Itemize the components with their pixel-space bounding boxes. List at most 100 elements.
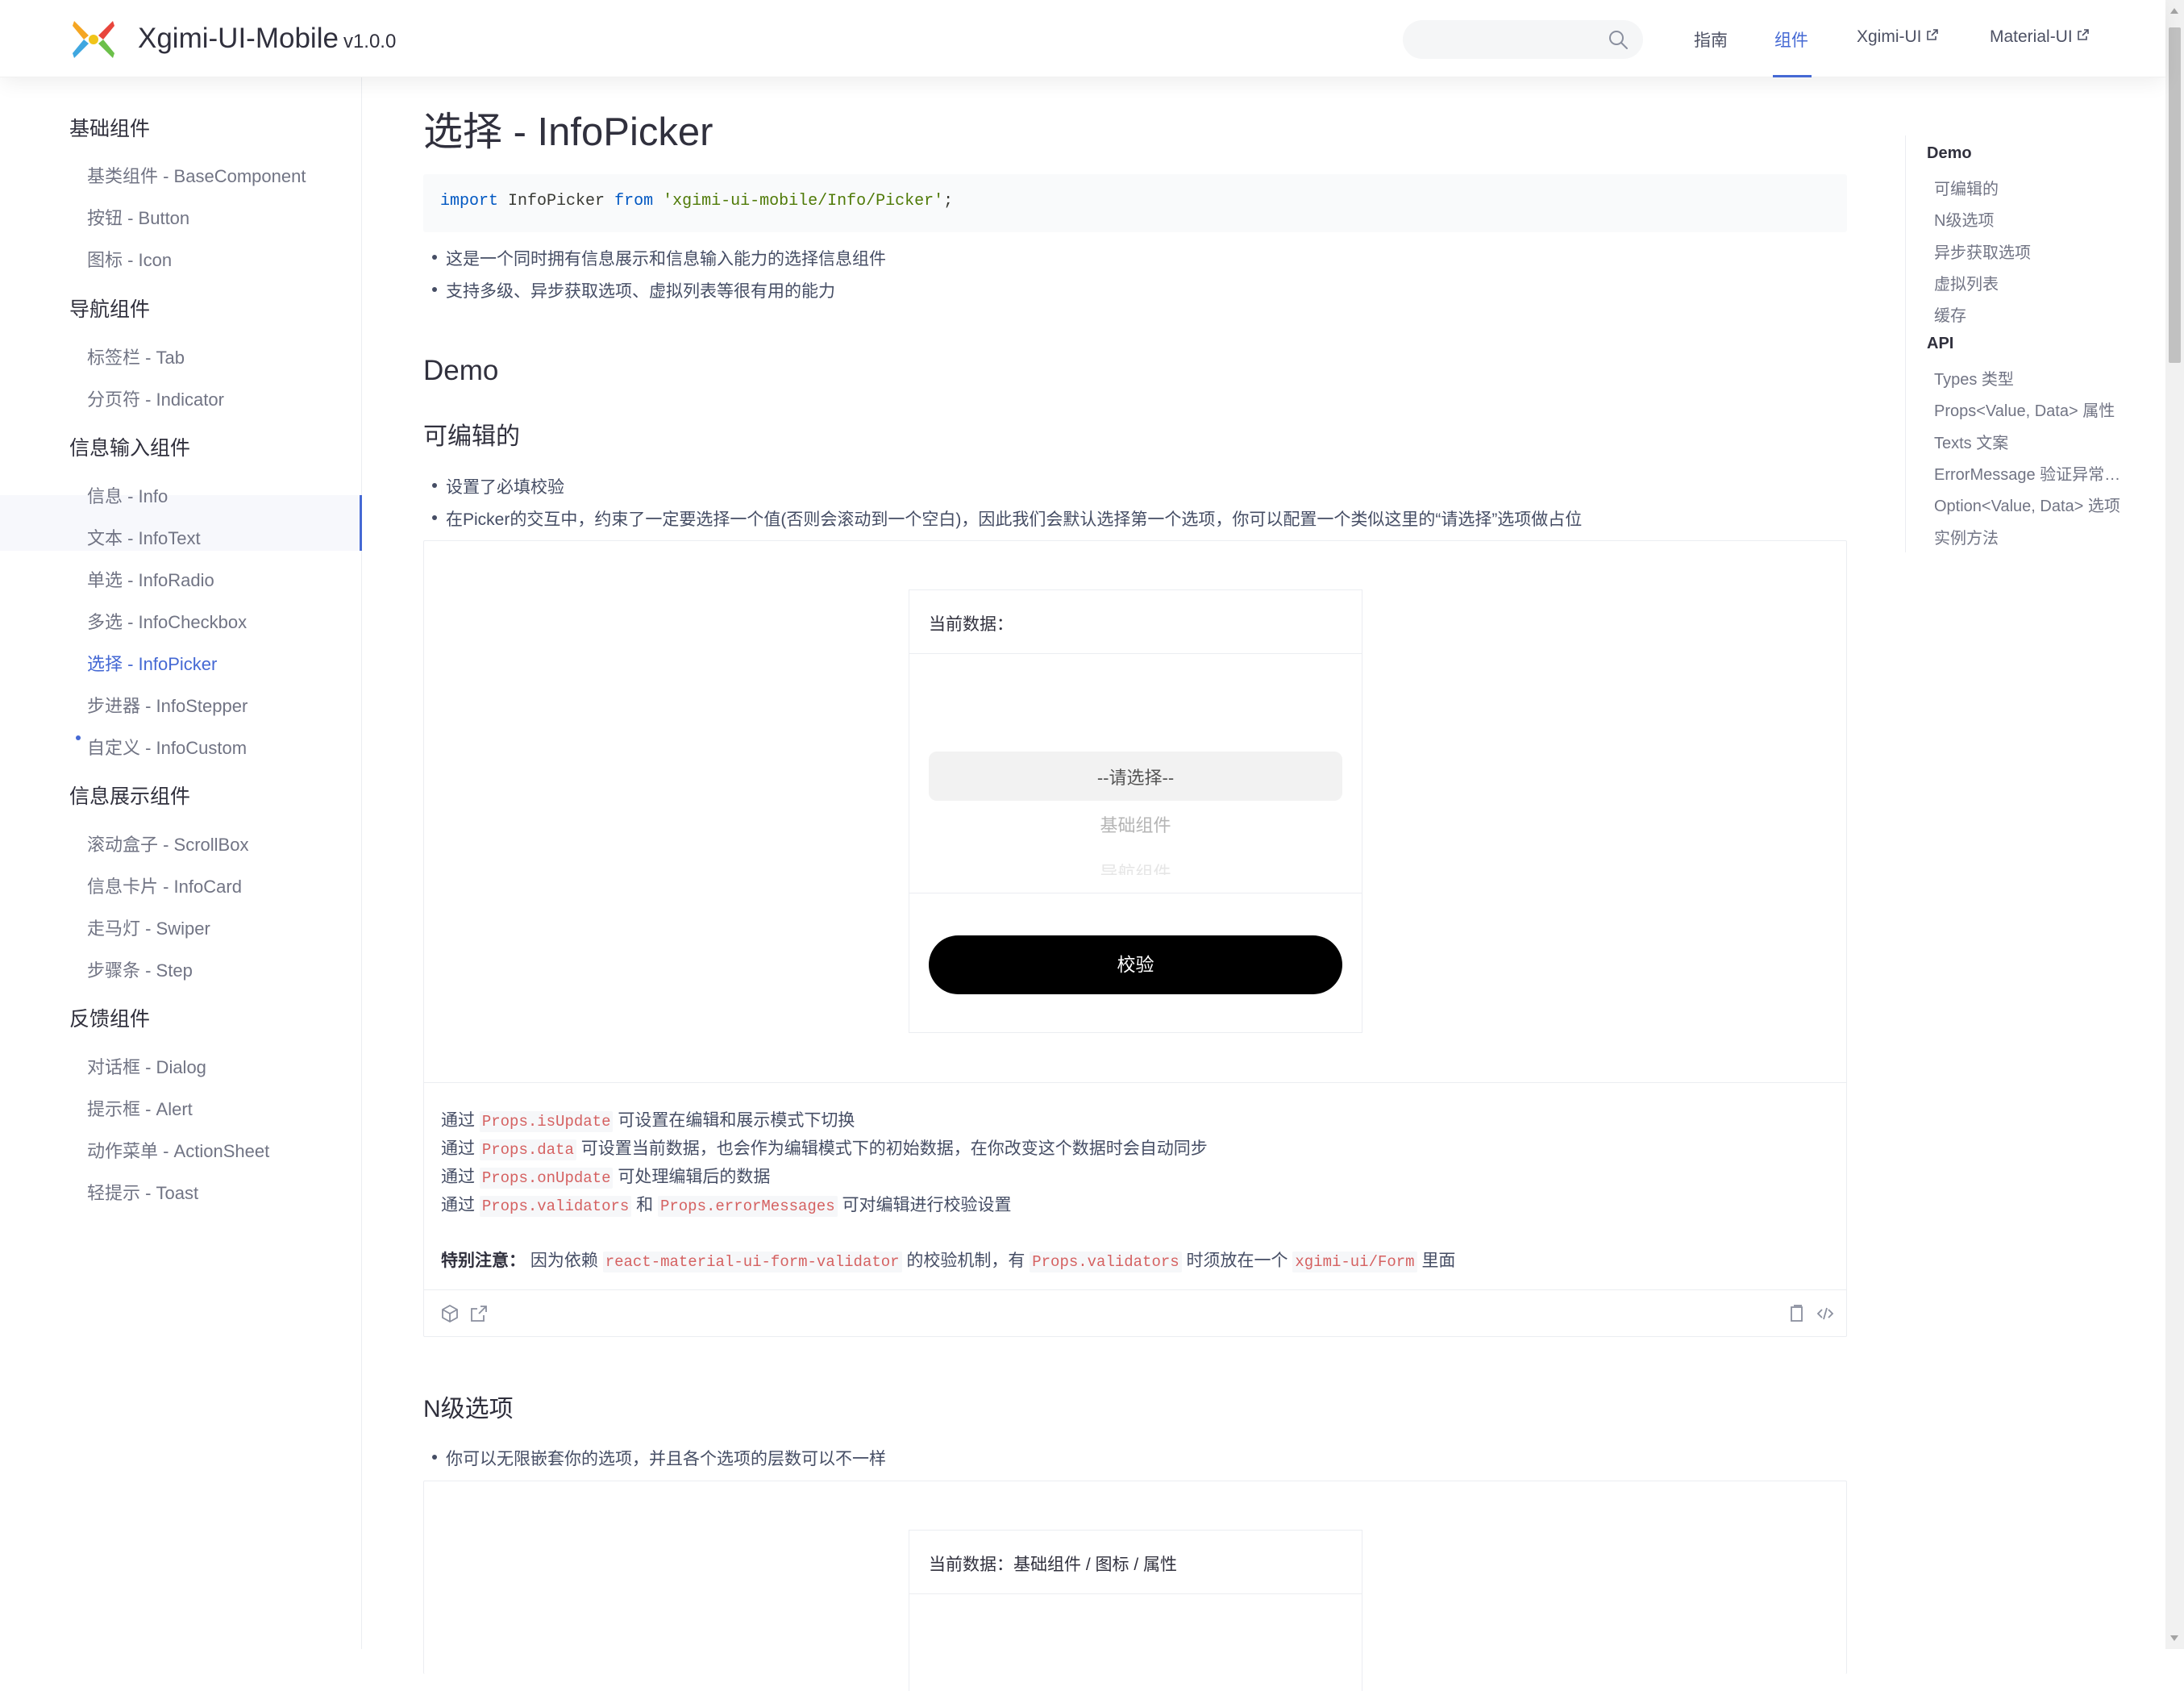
xgimi-logo-icon[interactable] — [71, 19, 116, 60]
toc-item-n-level[interactable]: N级选项 — [1934, 207, 1994, 231]
section-n-level-list: 你可以无限嵌套你的选项，并且各个选项的层数可以不一样 — [432, 1446, 886, 1478]
desc-text: 可设置当前数据，也会作为编辑模式下的初始数据，在你改变这个数据时会自动同步 — [580, 1139, 1208, 1158]
divider — [424, 1289, 1846, 1290]
toc-item-demo[interactable]: Demo — [1927, 144, 1972, 163]
divider — [909, 653, 1362, 654]
sidebar-item-infocheckbox[interactable]: 多选 - InfoCheckbox — [87, 608, 247, 634]
inline-code: Props.validators — [479, 1196, 632, 1217]
picker-option-selected[interactable]: --请选择-- — [909, 764, 1362, 789]
sidebar-item-button[interactable]: 按钮 - Button — [87, 204, 189, 230]
sidebar-item-tab[interactable]: 标签栏 - Tab — [87, 344, 185, 369]
desc-text: 通过 — [441, 1168, 475, 1186]
code-identifier: InfoPicker — [508, 192, 605, 210]
scroll-up-arrow-icon[interactable] — [2170, 8, 2178, 14]
sidebar-item-infopicker[interactable]: 选择 - InfoPicker — [87, 650, 217, 676]
nav-material-ui[interactable]: Material-UI — [1990, 27, 2090, 47]
scrollbar-thumb[interactable] — [2169, 27, 2181, 363]
code-keyword: from — [614, 192, 654, 210]
nav-guide[interactable]: 指南 — [1694, 27, 1728, 52]
list-item: 设置了必填校验 — [431, 474, 1582, 506]
desc-text: 通过 — [441, 1139, 475, 1158]
verify-button[interactable]: 校验 — [929, 935, 1342, 994]
sidebar-item-dialog[interactable]: 对话框 - Dialog — [87, 1053, 206, 1079]
sidebar: 基础组件 基类组件 - BaseComponent 按钮 - Button 图标… — [0, 77, 362, 1649]
divider — [909, 1593, 1362, 1594]
inline-code: react-material-ui-form-validator — [602, 1252, 902, 1272]
desc-text: 通过 — [441, 1111, 475, 1130]
picker-option-faded[interactable]: 导航组件 — [909, 859, 1362, 875]
code-keyword: import — [440, 192, 499, 210]
copy-code-icon[interactable] — [1787, 1304, 1806, 1323]
site-title[interactable]: Xgimi-UI-Mobile v1.0.0 — [138, 23, 396, 55]
scroll-down-arrow-icon[interactable] — [2170, 1635, 2178, 1641]
current-data-label: 当前数据： — [929, 1556, 1013, 1574]
sidebar-item-infotext[interactable]: 文本 - InfoText — [87, 524, 201, 550]
sidebar-item-basecomponent[interactable]: 基类组件 - BaseComponent — [87, 162, 306, 188]
site-name: Xgimi-UI-Mobile — [138, 23, 339, 54]
sidebar-group-navigation: 导航组件 — [69, 298, 151, 321]
toc-item-async[interactable]: 异步获取选项 — [1934, 239, 2031, 263]
sidebar-group-info-input: 信息输入组件 — [69, 437, 191, 460]
description-line: 通过 Props.onUpdate 可处理编辑后的数据 — [441, 1164, 770, 1189]
sidebar-item-swiper[interactable]: 走马灯 - Swiper — [87, 914, 210, 940]
description-line: 通过 Props.validators 和 Props.errorMessage… — [441, 1192, 1011, 1217]
sidebar-item-alert[interactable]: 提示框 - Alert — [87, 1095, 193, 1121]
page-scrollbar[interactable] — [2165, 0, 2184, 1649]
sidebar-item-info[interactable]: 信息 - Info — [87, 482, 168, 508]
sidebar-item-infocard[interactable]: 信息卡片 - InfoCard — [87, 873, 242, 898]
section-editable-list: 设置了必填校验 在Picker的交互中，约束了一定要选择一个值(否则会滚动到一个… — [431, 474, 1582, 539]
search-icon[interactable] — [1608, 29, 1629, 50]
sidebar-item-scrollbox[interactable]: 滚动盒子 - ScrollBox — [87, 831, 248, 856]
sidebar-item-toast[interactable]: 轻提示 - Toast — [87, 1179, 198, 1205]
picker-option[interactable]: 基础组件 — [909, 811, 1362, 837]
sidebar-item-actionsheet[interactable]: 动作菜单 - ActionSheet — [87, 1137, 269, 1163]
search-box[interactable] — [1403, 20, 1643, 59]
sidebar-group-info-display: 信息展示组件 — [69, 785, 191, 808]
demo-heading: Demo — [423, 355, 499, 386]
search-input[interactable] — [1419, 20, 1604, 59]
inline-code: Props.validators — [1030, 1252, 1182, 1272]
top-navbar: Xgimi-UI-Mobile v1.0.0 指南 组件 Xgimi-UI Mat… — [0, 0, 2165, 77]
description-note: 特别注意： 因为依赖 react-material-ui-form-valida… — [441, 1247, 1455, 1272]
nav-components[interactable]: 组件 — [1774, 27, 1808, 52]
section-title-editable: 可编辑的 — [423, 423, 520, 450]
description-line: 通过 Props.data 可设置当前数据，也会作为编辑模式下的初始数据，在你改… — [441, 1135, 1208, 1160]
show-code-icon[interactable] — [1816, 1304, 1835, 1323]
sidebar-item-infostepper[interactable]: 步进器 - InfoStepper — [87, 692, 248, 718]
demo-card-n-level: 当前数据：基础组件 / 图标 / 属性 — [423, 1481, 1847, 1691]
inline-code: Props.data — [479, 1139, 576, 1160]
toc-item-texts[interactable]: Texts 文案 — [1934, 430, 2008, 453]
external-link-icon — [1926, 29, 1938, 40]
divider — [424, 1082, 1846, 1083]
toc-item-option[interactable]: Option<Value, Data> 选项 — [1934, 493, 2120, 516]
nav-active-indicator — [1773, 75, 1812, 77]
site-version: v1.0.0 — [343, 31, 397, 52]
nav-xgimi-ui[interactable]: Xgimi-UI — [1857, 27, 1939, 47]
codesandbox-icon[interactable] — [440, 1304, 460, 1323]
open-in-new-window-icon[interactable] — [469, 1304, 489, 1323]
current-data-row: 当前数据：基础组件 / 图标 / 属性 — [929, 1551, 1177, 1576]
toc-item-types[interactable]: Types 类型 — [1934, 366, 2014, 389]
toc-item-props[interactable]: Props<Value, Data> 属性 — [1934, 398, 2115, 421]
nav-xgimi-ui-label: Xgimi-UI — [1857, 27, 1922, 46]
code-string: 'xgimi-ui-mobile/Info/Picker' — [663, 192, 944, 210]
toc-item-cache[interactable]: 缓存 — [1934, 302, 1966, 326]
toc-item-api[interactable]: API — [1927, 335, 1953, 353]
list-item: 支持多级、异步获取选项、虚拟列表等很有用的能力 — [432, 278, 886, 310]
demo-preview-phone: 当前数据：基础组件 / 图标 / 属性 — [909, 1530, 1362, 1691]
sidebar-item-icon[interactable]: 图标 - Icon — [87, 246, 172, 272]
toc-item-error-message[interactable]: ErrorMessage 验证异常文… — [1934, 461, 2136, 485]
toc-item-editable[interactable]: 可编辑的 — [1934, 176, 1999, 199]
inline-code: Props.onUpdate — [479, 1168, 614, 1189]
desc-text: 的校验机制，有 — [906, 1252, 1025, 1270]
toc-item-methods[interactable]: 实例方法 — [1934, 525, 1999, 548]
sidebar-item-inforadio[interactable]: 单选 - InfoRadio — [87, 566, 214, 592]
sidebar-item-infocustom[interactable]: 自定义 - InfoCustom — [87, 734, 247, 760]
list-item: 你可以无限嵌套你的选项，并且各个选项的层数可以不一样 — [432, 1446, 886, 1478]
toc-item-virtual-list[interactable]: 虚拟列表 — [1934, 271, 1999, 294]
current-data-label: 当前数据： — [929, 615, 1013, 634]
list-item: 在Picker的交互中，约束了一定要选择一个值(否则会滚动到一个空白)，因此我们… — [431, 506, 1582, 539]
desc-text: 和 — [636, 1196, 654, 1214]
sidebar-item-step[interactable]: 步骤条 - Step — [87, 956, 193, 982]
sidebar-item-indicator[interactable]: 分页符 - Indicator — [87, 385, 224, 411]
